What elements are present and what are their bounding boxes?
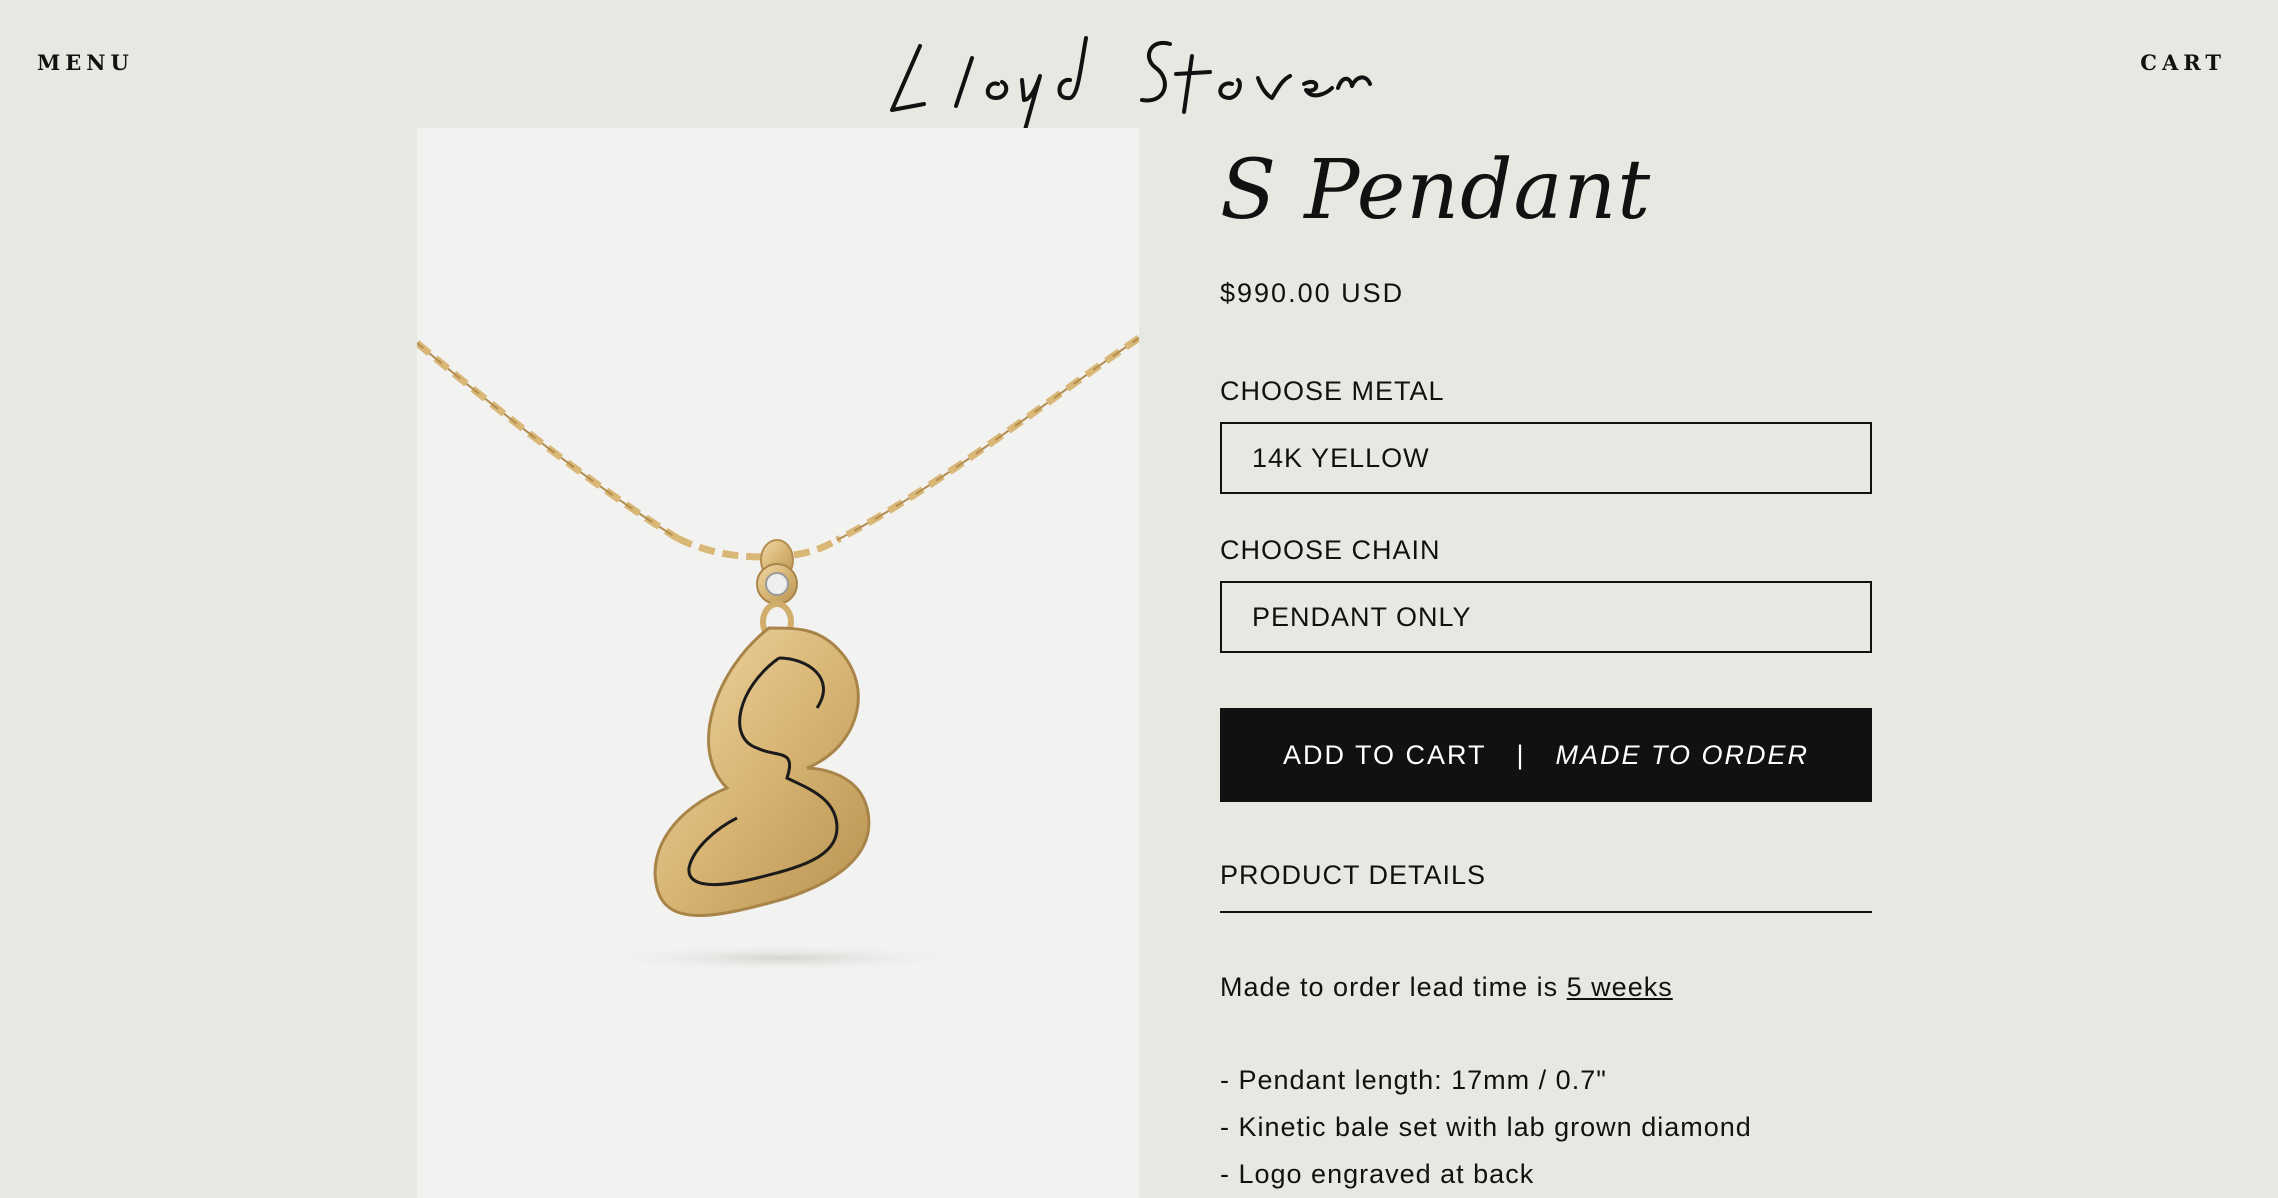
- product-price: $990.00 USD: [1220, 278, 1405, 308]
- metal-label: CHOOSE METAL: [1220, 376, 1445, 406]
- spec-item: - Logo engraved at back: [1220, 1159, 1535, 1189]
- divider: [1220, 911, 1872, 913]
- cart-button[interactable]: CART: [2140, 50, 2226, 75]
- product-details-heading[interactable]: PRODUCT DETAILS: [1220, 860, 1486, 891]
- chain-select-value: PENDANT ONLY: [1252, 601, 1472, 632]
- pendant-necklace-illustration: [417, 335, 1139, 972]
- add-to-cart-button[interactable]: ADD TO CART | MADE TO ORDER: [1220, 708, 1872, 802]
- made-to-order-label: MADE TO ORDER: [1555, 739, 1810, 770]
- chain-select[interactable]: PENDANT ONLY: [1220, 581, 1872, 653]
- product-image[interactable]: [417, 128, 1139, 1198]
- product-title: S Pendant: [1220, 143, 1652, 238]
- lead-time-prefix: Made to order lead time is: [1220, 972, 1567, 1002]
- button-separator: |: [1516, 739, 1526, 770]
- product-details-panel: S Pendant $990.00 USD CHOOSE METAL 14K Y…: [1220, 143, 1872, 1189]
- spec-item: - Kinetic bale set with lab grown diamon…: [1220, 1112, 1752, 1142]
- lead-time-text: Made to order lead time is 5 weeks: [1220, 972, 1673, 1003]
- chain-label: CHOOSE CHAIN: [1220, 535, 1441, 565]
- add-to-cart-label: ADD TO CART: [1282, 739, 1487, 770]
- lead-time-link[interactable]: 5 weeks: [1567, 972, 1673, 1002]
- spec-item: - Pendant length: 17mm / 0.7": [1220, 1065, 1607, 1095]
- menu-button[interactable]: MENU: [37, 50, 134, 75]
- metal-select[interactable]: 14K YELLOW: [1220, 422, 1872, 494]
- metal-select-value: 14K YELLOW: [1252, 442, 1430, 473]
